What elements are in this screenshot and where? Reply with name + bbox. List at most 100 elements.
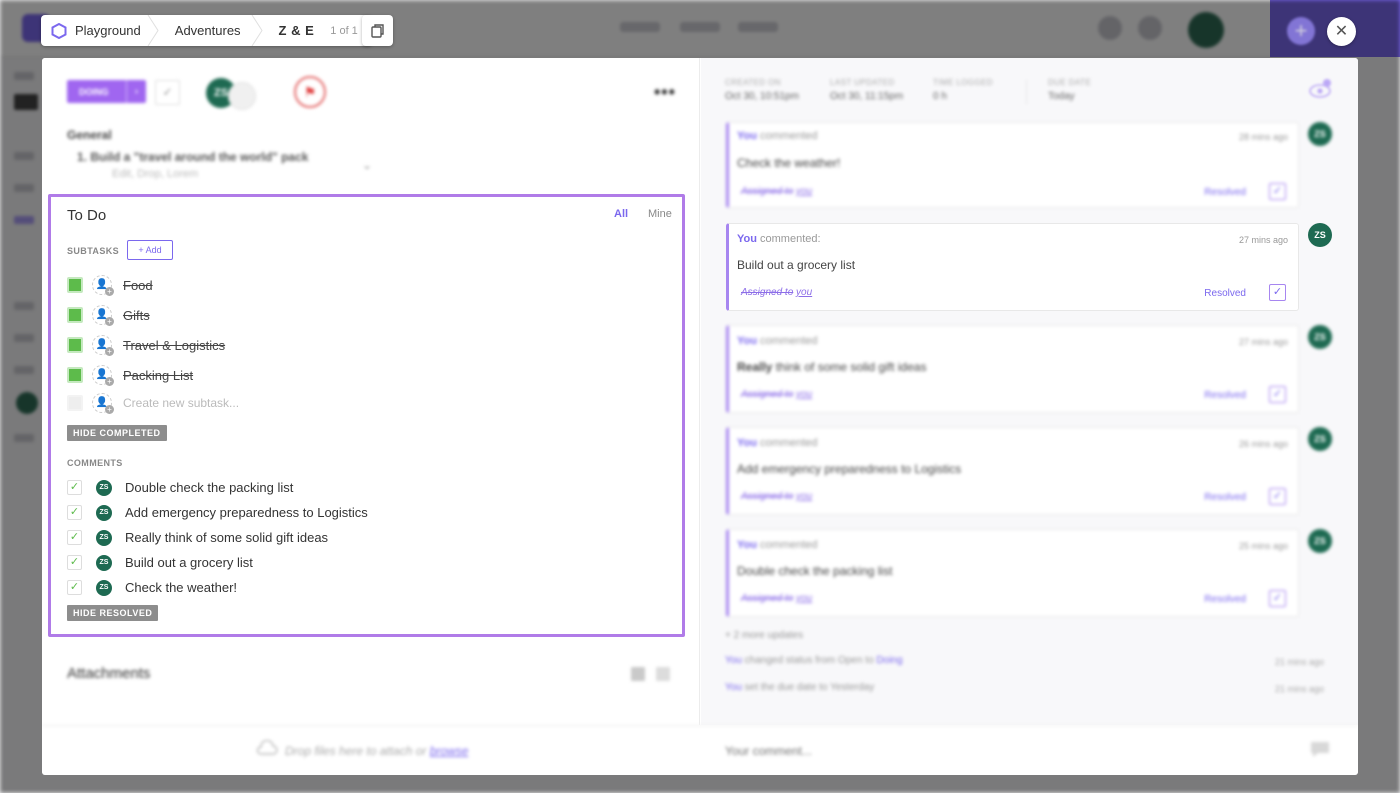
assigned-user: you: [796, 593, 813, 604]
breadcrumb-space[interactable]: Playground: [41, 15, 159, 46]
comment-avatar: ZS: [96, 480, 112, 496]
resolved-check-icon[interactable]: ✓: [67, 505, 82, 520]
due-date-meta[interactable]: DUE DATE Today: [1048, 78, 1091, 102]
status-change-to: Doing: [876, 655, 903, 666]
comment-assigned[interactable]: Assigned to you: [741, 389, 812, 400]
checklist-subitem: Edit, Drop, Lorem: [112, 168, 199, 180]
comment-assigned[interactable]: Assigned to you: [741, 491, 812, 502]
priority-flag-icon[interactable]: ⚑: [294, 76, 326, 108]
checklist-item[interactable]: 1. Build a "travel around the world" pac…: [77, 150, 308, 164]
comment-item: ✓ ZS Build out a grocery list: [67, 553, 567, 573]
copy-link-button[interactable]: [362, 15, 393, 46]
subtask-label[interactable]: Food: [123, 278, 153, 293]
drop-text: Drop files here to attach or: [285, 744, 427, 758]
breadcrumb-list[interactable]: Adventures: [157, 15, 263, 46]
new-subtask-input[interactable]: Create new subtask...: [123, 396, 239, 410]
due-date-value: Today: [1048, 91, 1075, 102]
hide-resolved-button[interactable]: HIDE RESOLVED: [67, 605, 159, 621]
assign-user-icon[interactable]: 👤 +: [92, 365, 114, 386]
add-new-button[interactable]: +: [1287, 17, 1315, 45]
add-assignee-icon[interactable]: [228, 82, 256, 110]
assign-user-icon[interactable]: 👤 +: [92, 305, 114, 326]
subtask-label[interactable]: Gifts: [123, 308, 150, 323]
comment-assigned[interactable]: Assigned to you: [741, 186, 812, 197]
resolve-checkbox[interactable]: ✓: [1269, 488, 1286, 505]
list-view-icon[interactable]: [656, 667, 670, 681]
comment-verb: commented: [760, 539, 818, 551]
comment-verb: commented: [760, 335, 818, 347]
mark-complete-button[interactable]: ✓: [155, 80, 180, 105]
subtask-label[interactable]: Travel & Logistics: [123, 338, 225, 353]
comment-assigned[interactable]: Assigned to you: [741, 287, 812, 298]
resolved-check-icon[interactable]: ✓: [67, 480, 82, 495]
updated-value: Oct 30, 11:15pm: [830, 91, 904, 102]
task-modal: DOING › ✓ ZS ⚑ ••• General 1. Build a "t…: [42, 58, 1358, 775]
comment-body: Check the weather!: [737, 156, 841, 170]
resolved-label: Resolved: [1204, 390, 1246, 401]
file-drop-zone[interactable]: Drop files here to attach or browse: [285, 744, 468, 758]
resolve-checkbox[interactable]: ✓: [1269, 284, 1286, 301]
comment-input[interactable]: [725, 744, 1225, 758]
comment-text[interactable]: Add emergency preparedness to Logistics: [125, 505, 368, 520]
resolved-check-icon[interactable]: ✓: [67, 580, 82, 595]
assign-user-icon[interactable]: 👤 +: [92, 393, 114, 414]
comment-avatar: ZS: [1308, 223, 1332, 247]
comment-text[interactable]: Double check the packing list: [125, 480, 293, 495]
watchers-eye-icon[interactable]: [1308, 78, 1332, 102]
comment-avatar: ZS: [96, 555, 112, 571]
comment-header: You commented: [737, 539, 818, 551]
browse-link[interactable]: browse: [430, 744, 469, 758]
grid-view-icon[interactable]: [631, 667, 645, 681]
comment-time: 27 mins ago: [1238, 235, 1288, 245]
resolve-checkbox[interactable]: ✓: [1269, 183, 1286, 200]
more-options-icon[interactable]: •••: [654, 82, 676, 103]
resolved-check-icon[interactable]: ✓: [67, 530, 82, 545]
subtask-done-checkbox[interactable]: [67, 337, 83, 353]
comment-author: You: [737, 437, 757, 449]
status-button[interactable]: DOING ›: [67, 80, 146, 103]
due-date-change-entry: You set the due date to Yesterday: [725, 682, 874, 693]
chevron-down-icon[interactable]: ⌄: [362, 158, 372, 172]
subtask-done-checkbox[interactable]: [67, 307, 83, 323]
resolved-check-icon[interactable]: ✓: [67, 555, 82, 570]
time-logged-meta[interactable]: TIME LOGGED 0 h: [933, 78, 993, 102]
chat-bubble-icon[interactable]: [1308, 738, 1332, 760]
subtask-label[interactable]: Packing List: [123, 368, 193, 383]
comment-time: 27 mins ago: [1238, 337, 1288, 347]
assigned-user: you: [796, 389, 813, 400]
comment-body: Add emergency preparedness to Logistics: [737, 462, 962, 476]
comment-author: You: [737, 335, 757, 347]
filter-all-tab[interactable]: All: [614, 208, 628, 220]
comment-text[interactable]: Build out a grocery list: [125, 555, 253, 570]
assigned-user: you: [796, 491, 813, 502]
add-subtask-button[interactable]: + Add: [127, 240, 173, 260]
resolved-label: Resolved: [1204, 288, 1246, 299]
breadcrumb-space-label: Playground: [75, 23, 141, 38]
assign-user-icon[interactable]: 👤 +: [92, 335, 114, 356]
close-modal-button[interactable]: ✕: [1327, 17, 1356, 46]
filter-mine-tab[interactable]: Mine: [648, 208, 672, 220]
subtask-row: 👤 + Food: [67, 275, 467, 297]
subtask-row: 👤 + Packing List: [67, 365, 467, 387]
comment-assigned[interactable]: Assigned to you: [741, 593, 812, 604]
comment-text[interactable]: Check the weather!: [125, 580, 237, 595]
comment-author: You: [737, 539, 757, 551]
status-next-arrow-icon[interactable]: ›: [126, 80, 146, 103]
breadcrumb-task[interactable]: Z & E 1 of 1: [261, 15, 372, 46]
hide-completed-button[interactable]: HIDE COMPLETED: [67, 425, 167, 441]
comment-body-text: think of some solid gift ideas: [775, 360, 927, 374]
assign-user-icon[interactable]: 👤 +: [92, 275, 114, 296]
subtask-done-checkbox[interactable]: [67, 277, 83, 293]
comment-header: You commented: [737, 130, 818, 142]
checklist-title: General: [67, 128, 112, 142]
comment-text[interactable]: Really think of some solid gift ideas: [125, 530, 328, 545]
comment-body: Build out a grocery list: [737, 258, 856, 272]
more-updates-link[interactable]: + 2 more updates: [725, 630, 803, 641]
assigned-user: you: [796, 186, 813, 197]
resolve-checkbox[interactable]: ✓: [1269, 590, 1286, 607]
resolved-label: Resolved: [1204, 187, 1246, 198]
resolve-checkbox[interactable]: ✓: [1269, 386, 1286, 403]
new-subtask-row: 👤 + Create new subtask...: [67, 393, 467, 415]
subtask-done-checkbox[interactable]: [67, 367, 83, 383]
activity-comment-card: You commented 27 mins ago Really think o…: [726, 325, 1299, 413]
